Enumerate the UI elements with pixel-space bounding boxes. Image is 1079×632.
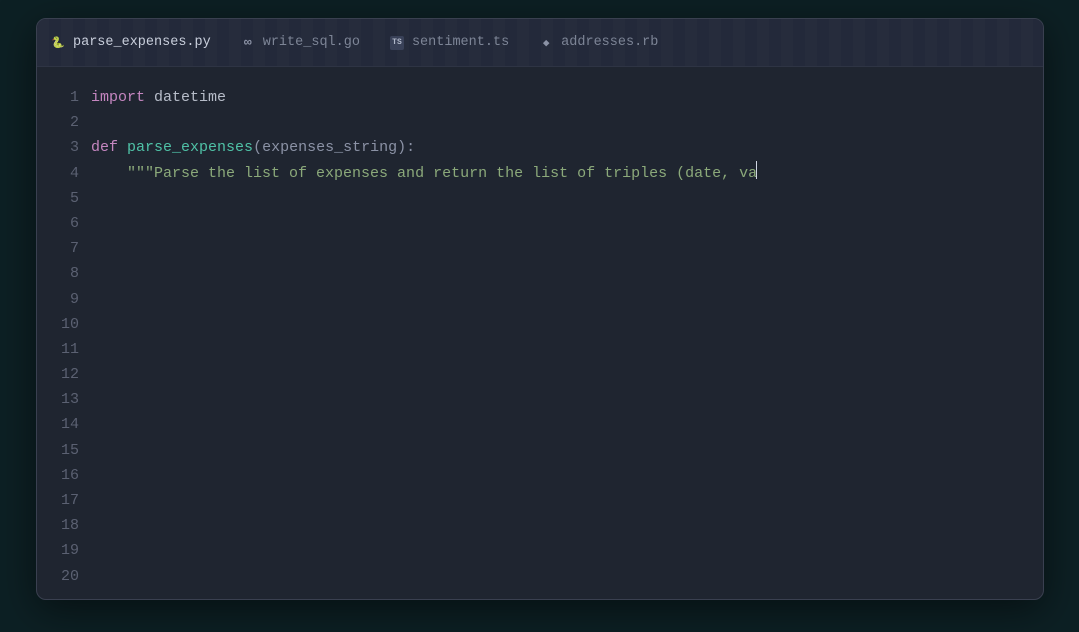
tab-addresses[interactable]: addresses.rb xyxy=(535,29,662,56)
line-number: 10 xyxy=(37,312,79,337)
tab-label: parse_expenses.py xyxy=(73,35,211,50)
tab-label: addresses.rb xyxy=(561,35,658,50)
code-content[interactable]: import datetime def parse_expenses(expens… xyxy=(91,85,1043,599)
line-number: 16 xyxy=(37,463,79,488)
line-number: 7 xyxy=(37,236,79,261)
tab-label: write_sql.go xyxy=(263,35,360,50)
param-name: expenses_string xyxy=(262,139,397,156)
tab-bar: parse_expenses.py write_sql.go sentiment… xyxy=(37,19,1043,67)
indent xyxy=(91,165,127,182)
tab-sentiment[interactable]: sentiment.ts xyxy=(386,29,513,56)
code-area[interactable]: 1 2 3 4 5 6 7 8 9 10 11 12 13 14 15 16 1… xyxy=(37,67,1043,599)
line-number-gutter: 1 2 3 4 5 6 7 8 9 10 11 12 13 14 15 16 1… xyxy=(37,85,91,599)
line-number: 14 xyxy=(37,412,79,437)
paren-open: ( xyxy=(253,139,262,156)
line-number: 2 xyxy=(37,110,79,135)
python-icon xyxy=(51,36,65,50)
go-icon xyxy=(241,36,255,50)
line-number: 4 xyxy=(37,161,79,186)
line-number: 19 xyxy=(37,538,79,563)
line-number: 6 xyxy=(37,211,79,236)
docstring: """Parse the list of expenses and return… xyxy=(127,165,757,182)
function-name: parse_expenses xyxy=(127,139,253,156)
line-number: 5 xyxy=(37,186,79,211)
tab-write-sql[interactable]: write_sql.go xyxy=(237,29,364,56)
line-number: 15 xyxy=(37,438,79,463)
line-number: 1 xyxy=(37,85,79,110)
line-number: 20 xyxy=(37,564,79,589)
line-number: 3 xyxy=(37,135,79,160)
keyword-import: import xyxy=(91,89,145,106)
line-number: 12 xyxy=(37,362,79,387)
keyword-def: def xyxy=(91,139,118,156)
tab-label: sentiment.ts xyxy=(412,35,509,50)
ts-icon xyxy=(390,36,404,50)
text-cursor xyxy=(756,161,757,179)
line-number: 8 xyxy=(37,261,79,286)
line-number: 13 xyxy=(37,387,79,412)
line-number: 11 xyxy=(37,337,79,362)
module-datetime: datetime xyxy=(154,89,226,106)
line-number: 9 xyxy=(37,287,79,312)
editor-window: parse_expenses.py write_sql.go sentiment… xyxy=(36,18,1044,600)
paren-close-colon: ): xyxy=(397,139,415,156)
ruby-icon xyxy=(539,36,553,50)
line-number: 17 xyxy=(37,488,79,513)
line-number: 18 xyxy=(37,513,79,538)
tab-parse-expenses[interactable]: parse_expenses.py xyxy=(47,29,215,56)
